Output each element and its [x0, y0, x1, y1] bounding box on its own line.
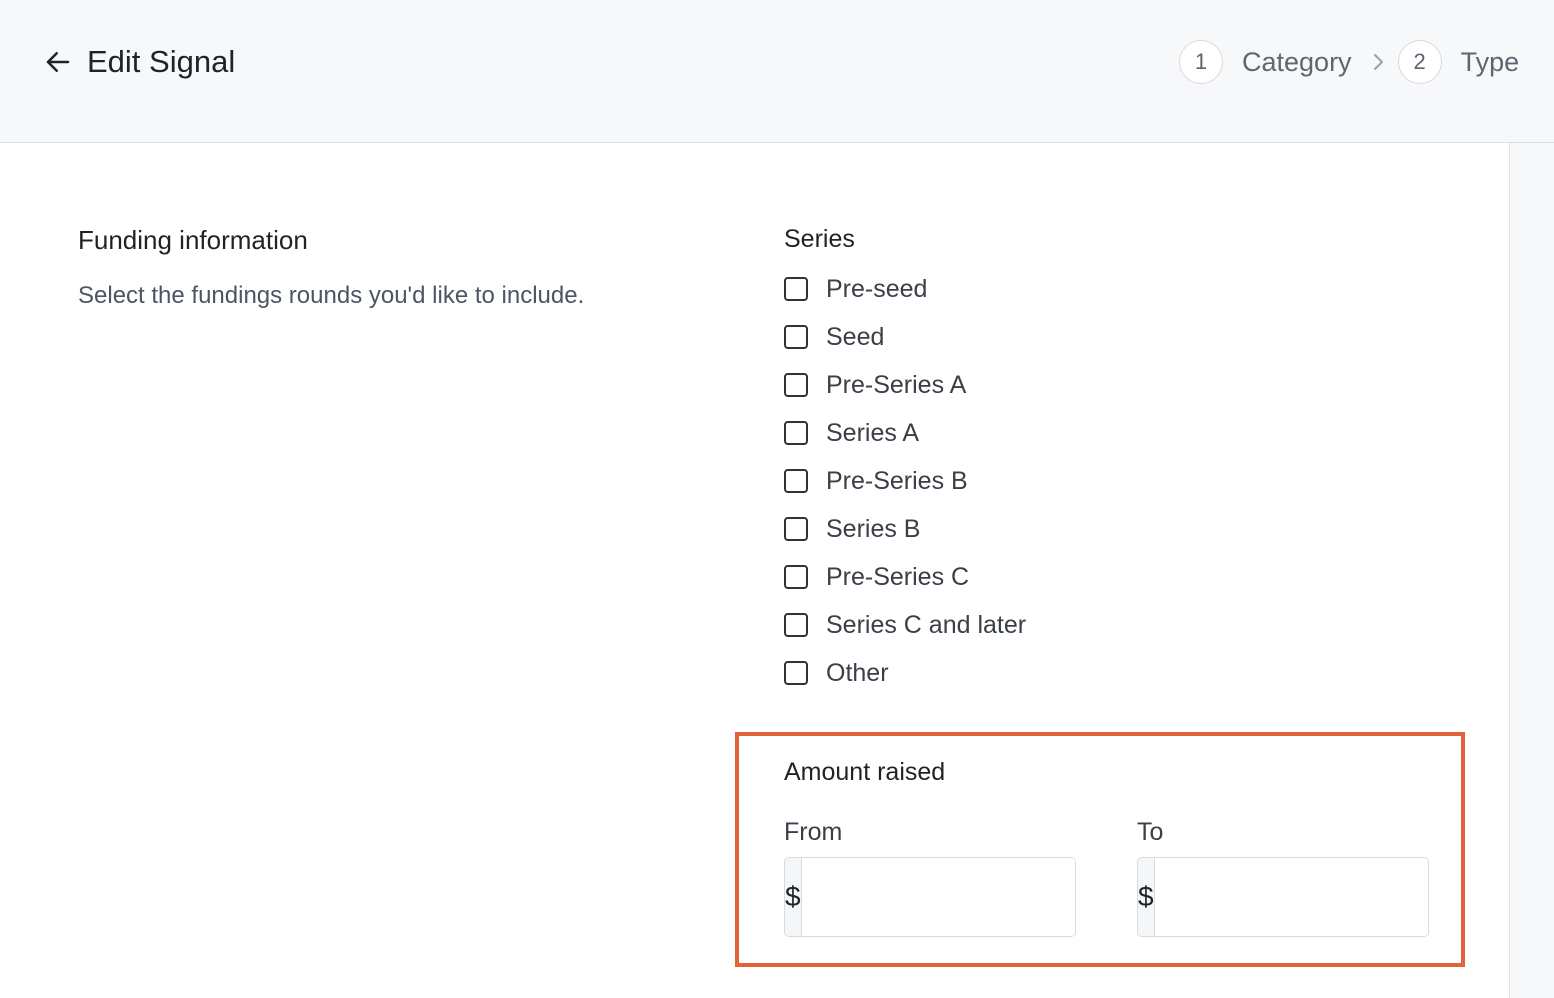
amount-from-input[interactable]: [801, 858, 1075, 936]
funding-section-title: Funding information: [78, 225, 308, 255]
amount-to-input[interactable]: [1154, 858, 1428, 936]
series-option-other[interactable]: Other: [784, 649, 1026, 697]
series-option-label: Pre-seed: [826, 274, 928, 303]
funding-section-description: Select the fundings rounds you'd like to…: [78, 282, 585, 309]
series-option-label: Pre-Series B: [826, 466, 968, 495]
series-option-series-b[interactable]: Series B: [784, 505, 1026, 553]
series-option-label: Seed: [826, 322, 885, 351]
checkbox[interactable]: [784, 613, 808, 637]
series-option-label: Series C and later: [826, 610, 1027, 639]
series-option-label: Series A: [826, 418, 920, 447]
step-1-label[interactable]: Category: [1242, 47, 1352, 78]
series-option-pre-series-b[interactable]: Pre-Series B: [784, 457, 1026, 505]
series-option-pre-series-c[interactable]: Pre-Series C: [784, 553, 1026, 601]
checkbox[interactable]: [784, 469, 808, 493]
step-2-number[interactable]: 2: [1397, 40, 1442, 84]
series-option-seed[interactable]: Seed: [784, 313, 1026, 361]
edit-signal-page: Edit Signal 1 Category 2 Type Funding in…: [0, 0, 1554, 998]
checkbox[interactable]: [784, 517, 808, 541]
amount-to-input-group: $: [1137, 857, 1429, 937]
checkbox[interactable]: [784, 325, 808, 349]
page-title: Edit Signal: [87, 44, 236, 79]
series-option-label: Other: [826, 658, 889, 687]
currency-prefix: $: [785, 858, 802, 936]
series-option-pre-series-a[interactable]: Pre-Series A: [784, 361, 1026, 409]
from-label: From: [784, 818, 843, 846]
back-button[interactable]: [40, 44, 76, 80]
checkbox[interactable]: [784, 277, 808, 301]
arrow-left-icon: [46, 52, 70, 72]
checkbox[interactable]: [784, 565, 808, 589]
checkbox[interactable]: [784, 661, 808, 685]
stepper: 1 Category 2 Type: [1179, 38, 1519, 86]
series-option-label: Pre-Series C: [826, 562, 970, 591]
series-title: Series: [784, 225, 855, 253]
series-option-series-a[interactable]: Series A: [784, 409, 1026, 457]
right-rail: [1509, 143, 1554, 998]
amount-from-input-group: $: [784, 857, 1076, 937]
checkbox[interactable]: [784, 421, 808, 445]
chevron-right-icon: [1368, 50, 1388, 74]
step-2-label[interactable]: Type: [1461, 47, 1520, 78]
currency-prefix: $: [1138, 858, 1155, 936]
amount-raised-title: Amount raised: [784, 758, 946, 786]
series-option-label: Pre-Series A: [826, 370, 967, 399]
to-label: To: [1137, 818, 1164, 846]
series-option-label: Series B: [826, 514, 921, 543]
series-checkbox-list: Pre-seed Seed Pre-Series A Series A Pre-…: [784, 265, 1026, 697]
step-1-number[interactable]: 1: [1179, 40, 1223, 84]
series-option-series-c-and-later[interactable]: Series C and later: [784, 601, 1026, 649]
series-option-pre-seed[interactable]: Pre-seed: [784, 265, 1026, 313]
checkbox[interactable]: [784, 373, 808, 397]
page-header: Edit Signal 1 Category 2 Type: [0, 0, 1554, 143]
